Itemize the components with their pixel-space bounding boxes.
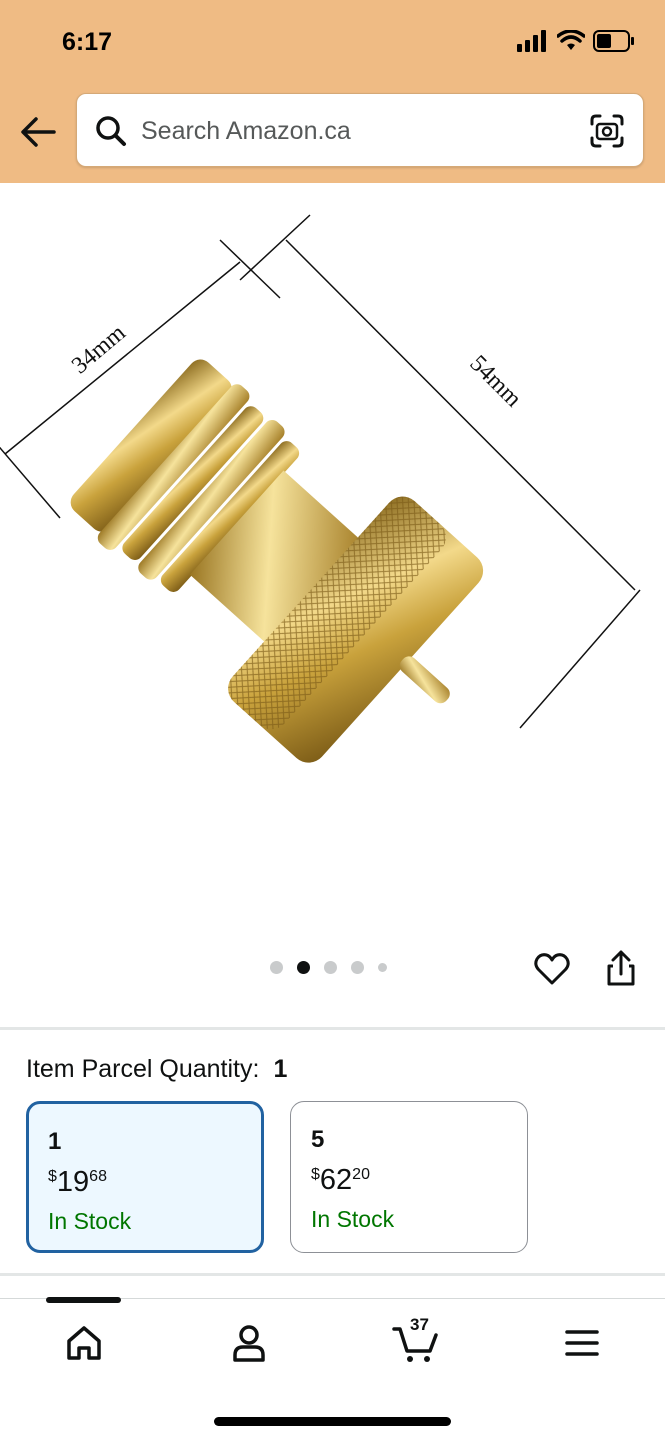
carousel-dot[interactable] bbox=[324, 961, 337, 974]
status-icons bbox=[517, 30, 635, 52]
wifi-icon bbox=[557, 30, 585, 50]
price-whole: 62 bbox=[319, 1164, 353, 1196]
carousel-dot[interactable] bbox=[378, 963, 387, 972]
status-time: 6:17 bbox=[62, 28, 113, 56]
option-price: $6220 bbox=[311, 1164, 370, 1197]
heart-icon bbox=[534, 953, 570, 985]
battery-icon bbox=[593, 30, 634, 52]
price-fraction: 20 bbox=[352, 1166, 370, 1183]
option-price: $1968 bbox=[48, 1166, 107, 1199]
nav-account[interactable] bbox=[227, 1321, 271, 1365]
carousel-dot-active[interactable] bbox=[297, 961, 310, 974]
image-carousel-dots bbox=[270, 961, 387, 974]
menu-icon bbox=[565, 1330, 599, 1356]
user-icon bbox=[233, 1325, 265, 1362]
brass-adapter bbox=[70, 359, 484, 763]
home-icon bbox=[67, 1326, 101, 1360]
share-button[interactable] bbox=[603, 948, 639, 988]
dimension-length-label: 54mm bbox=[465, 351, 527, 413]
camera-scan-icon[interactable] bbox=[589, 113, 625, 149]
quantity-option-1[interactable]: 1 $1968 In Stock bbox=[26, 1101, 264, 1253]
section-divider bbox=[0, 1273, 665, 1276]
nav-menu[interactable] bbox=[560, 1321, 604, 1365]
carousel-dot[interactable] bbox=[351, 961, 364, 974]
quantity-label-row: Item Parcel Quantity: 1 bbox=[26, 1055, 287, 1084]
option-quantity: 1 bbox=[48, 1128, 62, 1155]
nav-cart[interactable]: 37 bbox=[392, 1315, 442, 1365]
share-icon bbox=[607, 950, 635, 986]
search-bar[interactable] bbox=[76, 93, 644, 167]
active-tab-indicator bbox=[46, 1297, 121, 1303]
back-button[interactable] bbox=[18, 112, 58, 152]
cart-count-badge: 37 bbox=[410, 1315, 429, 1334]
product-image[interactable]: 34mm 54mm bbox=[0, 190, 665, 930]
quantity-option-5[interactable]: 5 $6220 In Stock bbox=[290, 1101, 528, 1253]
dimension-width-label: 34mm bbox=[67, 320, 131, 380]
section-divider bbox=[0, 1027, 665, 1030]
wishlist-button[interactable] bbox=[533, 950, 571, 988]
nav-home[interactable] bbox=[62, 1321, 106, 1365]
option-stock-status: In Stock bbox=[311, 1206, 395, 1232]
search-input[interactable] bbox=[141, 114, 571, 148]
option-quantity: 5 bbox=[311, 1126, 325, 1153]
price-currency: $ bbox=[311, 1166, 320, 1183]
price-whole: 19 bbox=[56, 1166, 90, 1198]
quantity-label: Item Parcel Quantity: bbox=[26, 1055, 260, 1083]
signal-icon bbox=[517, 30, 546, 52]
quantity-selected-value: 1 bbox=[273, 1055, 288, 1083]
search-icon[interactable] bbox=[93, 113, 129, 149]
carousel-dot[interactable] bbox=[270, 961, 283, 974]
home-indicator bbox=[214, 1417, 451, 1426]
price-currency: $ bbox=[48, 1168, 57, 1185]
option-stock-status: In Stock bbox=[48, 1208, 132, 1234]
app-header: 6:17 bbox=[0, 0, 665, 183]
back-arrow-icon bbox=[21, 117, 56, 147]
price-fraction: 68 bbox=[89, 1168, 107, 1185]
